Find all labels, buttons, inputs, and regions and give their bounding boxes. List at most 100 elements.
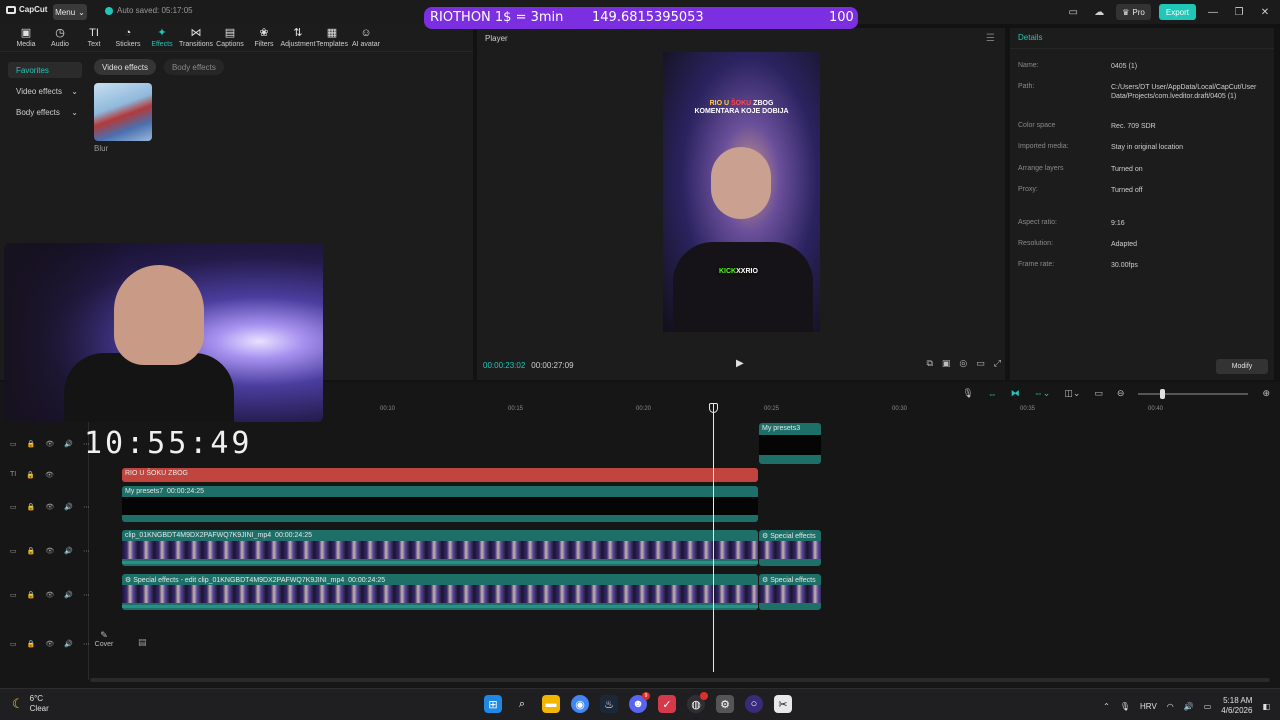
speaker-icon[interactable]: 🔊	[64, 547, 73, 555]
settings-icon[interactable]: ⚙	[716, 695, 734, 713]
steam-icon[interactable]: ♨	[600, 695, 618, 713]
lock-icon[interactable]: 🔒	[27, 503, 36, 511]
volume-icon[interactable]: 🔊	[1184, 702, 1194, 711]
fx-video-clip[interactable]: ⚙ Special effects - edit clip_01KNGBDT4M…	[122, 574, 758, 610]
subtitle-icon[interactable]: ▭	[1094, 388, 1103, 399]
discord-icon[interactable]: ☻ 9	[629, 692, 650, 713]
aspect-ratio-icon[interactable]: ▭	[976, 358, 985, 369]
tool-text[interactable]: TI Text	[78, 28, 110, 51]
play-icon[interactable]: ▶	[736, 358, 744, 369]
tab-video-effects[interactable]: Video effects	[94, 59, 156, 75]
eye-icon[interactable]: 👁	[45, 440, 54, 448]
wifi-icon[interactable]: ◠	[1167, 702, 1174, 711]
lock-icon[interactable]: 🔒	[26, 471, 35, 479]
lock-icon[interactable]: 🔒	[27, 640, 36, 648]
tool-audio[interactable]: ◷ Audio	[44, 28, 76, 51]
speaker-icon[interactable]: 🔊	[64, 591, 73, 599]
pro-button[interactable]: ♛ Pro	[1116, 4, 1151, 20]
effect-card-blur[interactable]: Blur	[94, 83, 152, 153]
more-icon[interactable]: ⋯	[83, 640, 90, 648]
lock-icon[interactable]: 🔒	[27, 591, 36, 599]
eye-icon[interactable]: 👁	[45, 547, 54, 555]
side-nav-body-effects[interactable]: Body effects ⌄	[8, 104, 82, 120]
link-icon[interactable]: ⇔	[988, 389, 997, 399]
snap-icon[interactable]: ⧓	[1011, 388, 1020, 399]
speaker-icon[interactable]: 🔊	[64, 640, 73, 648]
layout-icon[interactable]: ▭	[1064, 7, 1082, 18]
more-icon[interactable]: ⋯	[83, 547, 90, 555]
more-icon[interactable]: ⋯	[83, 591, 90, 599]
tool-filters[interactable]: ❀ Filters	[248, 28, 280, 51]
snapshot-icon[interactable]: ◎	[959, 358, 967, 369]
tool-effects[interactable]: ✦ Effects	[146, 28, 178, 51]
zoom-knob[interactable]	[1160, 388, 1166, 399]
microphone-icon[interactable]: 🎙	[1120, 702, 1130, 711]
side-nav-video-effects[interactable]: Video effects ⌄	[8, 83, 82, 99]
weather-widget[interactable]: ☾ 6°C Clear	[12, 694, 49, 714]
notification-icon[interactable]: ◧	[1262, 702, 1270, 711]
tool-app-icon[interactable]: ✓	[658, 695, 676, 713]
playhead[interactable]	[713, 404, 714, 672]
zoom-in-icon[interactable]: ⊕	[1262, 388, 1270, 399]
hamburger-icon[interactable]: ☰	[986, 33, 995, 44]
preset-clip[interactable]: My presets7 00:00:24:25	[122, 486, 758, 522]
eye-icon[interactable]: 👁	[45, 640, 54, 648]
menu-button[interactable]: Menu ⌄	[53, 4, 87, 20]
eye-icon[interactable]: 👁	[45, 591, 54, 599]
eye-icon[interactable]: 👁	[45, 471, 54, 479]
side-nav-favorites[interactable]: Favorites	[8, 62, 82, 78]
split-icon[interactable]: ⇔⌄	[1034, 388, 1051, 399]
timeline-ruler[interactable]: 00:10 00:15 00:20 00:25 00:30 00:35 00:40	[320, 406, 1280, 416]
cover-button[interactable]: ✎ Cover	[92, 630, 116, 648]
tool-transitions[interactable]: ⋈ Transitions	[179, 28, 213, 51]
zoom-out-icon[interactable]: ⊖	[1117, 388, 1125, 399]
minimize-icon[interactable]: —	[1204, 7, 1222, 18]
quality-icon[interactable]: ▣	[942, 358, 951, 369]
video-clip[interactable]: clip_01KNGBDT4M9DX2PAFWQ7K9JINI_mp4 00:0…	[122, 530, 758, 566]
preset-clip-right[interactable]: My presets3	[759, 423, 821, 464]
zoom-slider[interactable]	[1138, 388, 1249, 399]
circle-app-icon[interactable]: ○	[745, 695, 763, 713]
export-button[interactable]: Export	[1158, 4, 1196, 20]
cloud-icon[interactable]: ☁	[1090, 7, 1108, 18]
lock-icon[interactable]: 🔒	[27, 547, 36, 555]
special-effects-clip[interactable]: ⚙ Special effects	[759, 530, 821, 566]
detail-value: 9:16	[1111, 220, 1125, 227]
tool-adjustment[interactable]: ⇅ Adjustment	[280, 28, 315, 51]
speaker-icon[interactable]: 🔊	[64, 440, 73, 448]
crop-icon[interactable]: ⧉	[926, 358, 932, 369]
microphone-icon[interactable]: 🎙	[962, 388, 973, 399]
lock-icon[interactable]: 🔒	[27, 440, 36, 448]
text-clip[interactable]: RIO U ŠOKU ZBOG	[122, 468, 758, 482]
capcut-taskbar-icon[interactable]: ✂	[774, 695, 792, 713]
obs-icon[interactable]: ◍	[687, 692, 708, 713]
search-icon[interactable]: ⌕	[513, 695, 531, 713]
chrome-icon[interactable]: ◉	[571, 695, 589, 713]
file-explorer-icon[interactable]: ▬	[542, 695, 560, 713]
eye-icon[interactable]: 👁	[45, 503, 54, 511]
tool-stickers[interactable]: ◔ Stickers	[112, 28, 144, 51]
tool-templates[interactable]: ▦ Templates	[316, 28, 348, 51]
speaker-icon[interactable]: 🔊	[64, 503, 73, 511]
preview-axis-icon[interactable]: ◫⌄	[1064, 388, 1080, 399]
tab-body-effects[interactable]: Body effects	[163, 59, 224, 75]
tool-media[interactable]: ▣ Media	[10, 28, 42, 51]
media-placeholder-icon[interactable]: ▤	[138, 637, 147, 648]
windows-start-icon[interactable]: ⊞	[484, 695, 502, 713]
effects-side-nav: Favorites Video effects ⌄ Body effects ⌄	[8, 62, 82, 125]
text-icon: TI	[89, 27, 99, 39]
language-indicator[interactable]: HRV	[1140, 702, 1157, 711]
chevron-up-icon[interactable]: ⌃	[1103, 702, 1110, 711]
tool-captions[interactable]: ▤ Captions	[214, 28, 246, 51]
maximize-icon[interactable]: ❐	[1230, 7, 1248, 18]
more-icon[interactable]: ⋯	[83, 503, 90, 511]
modify-button[interactable]: Modify	[1216, 359, 1268, 374]
fullscreen-icon[interactable]: ⤢	[994, 358, 1001, 369]
timeline-scrollbar[interactable]	[90, 678, 1270, 682]
special-effects-clip-2[interactable]: ⚙ Special effects	[759, 574, 821, 610]
battery-icon[interactable]: ▭	[1204, 702, 1212, 711]
tool-ai-avatar[interactable]: ☺ AI avatar	[350, 28, 382, 51]
video-preview[interactable]: RIO U ŠOKU ZBOG KOMENTARA KOJE DOBIJA KI…	[663, 52, 820, 332]
close-icon[interactable]: ✕	[1256, 7, 1274, 18]
clock-date[interactable]: 5:18 AM 4/6/2026	[1221, 696, 1252, 716]
